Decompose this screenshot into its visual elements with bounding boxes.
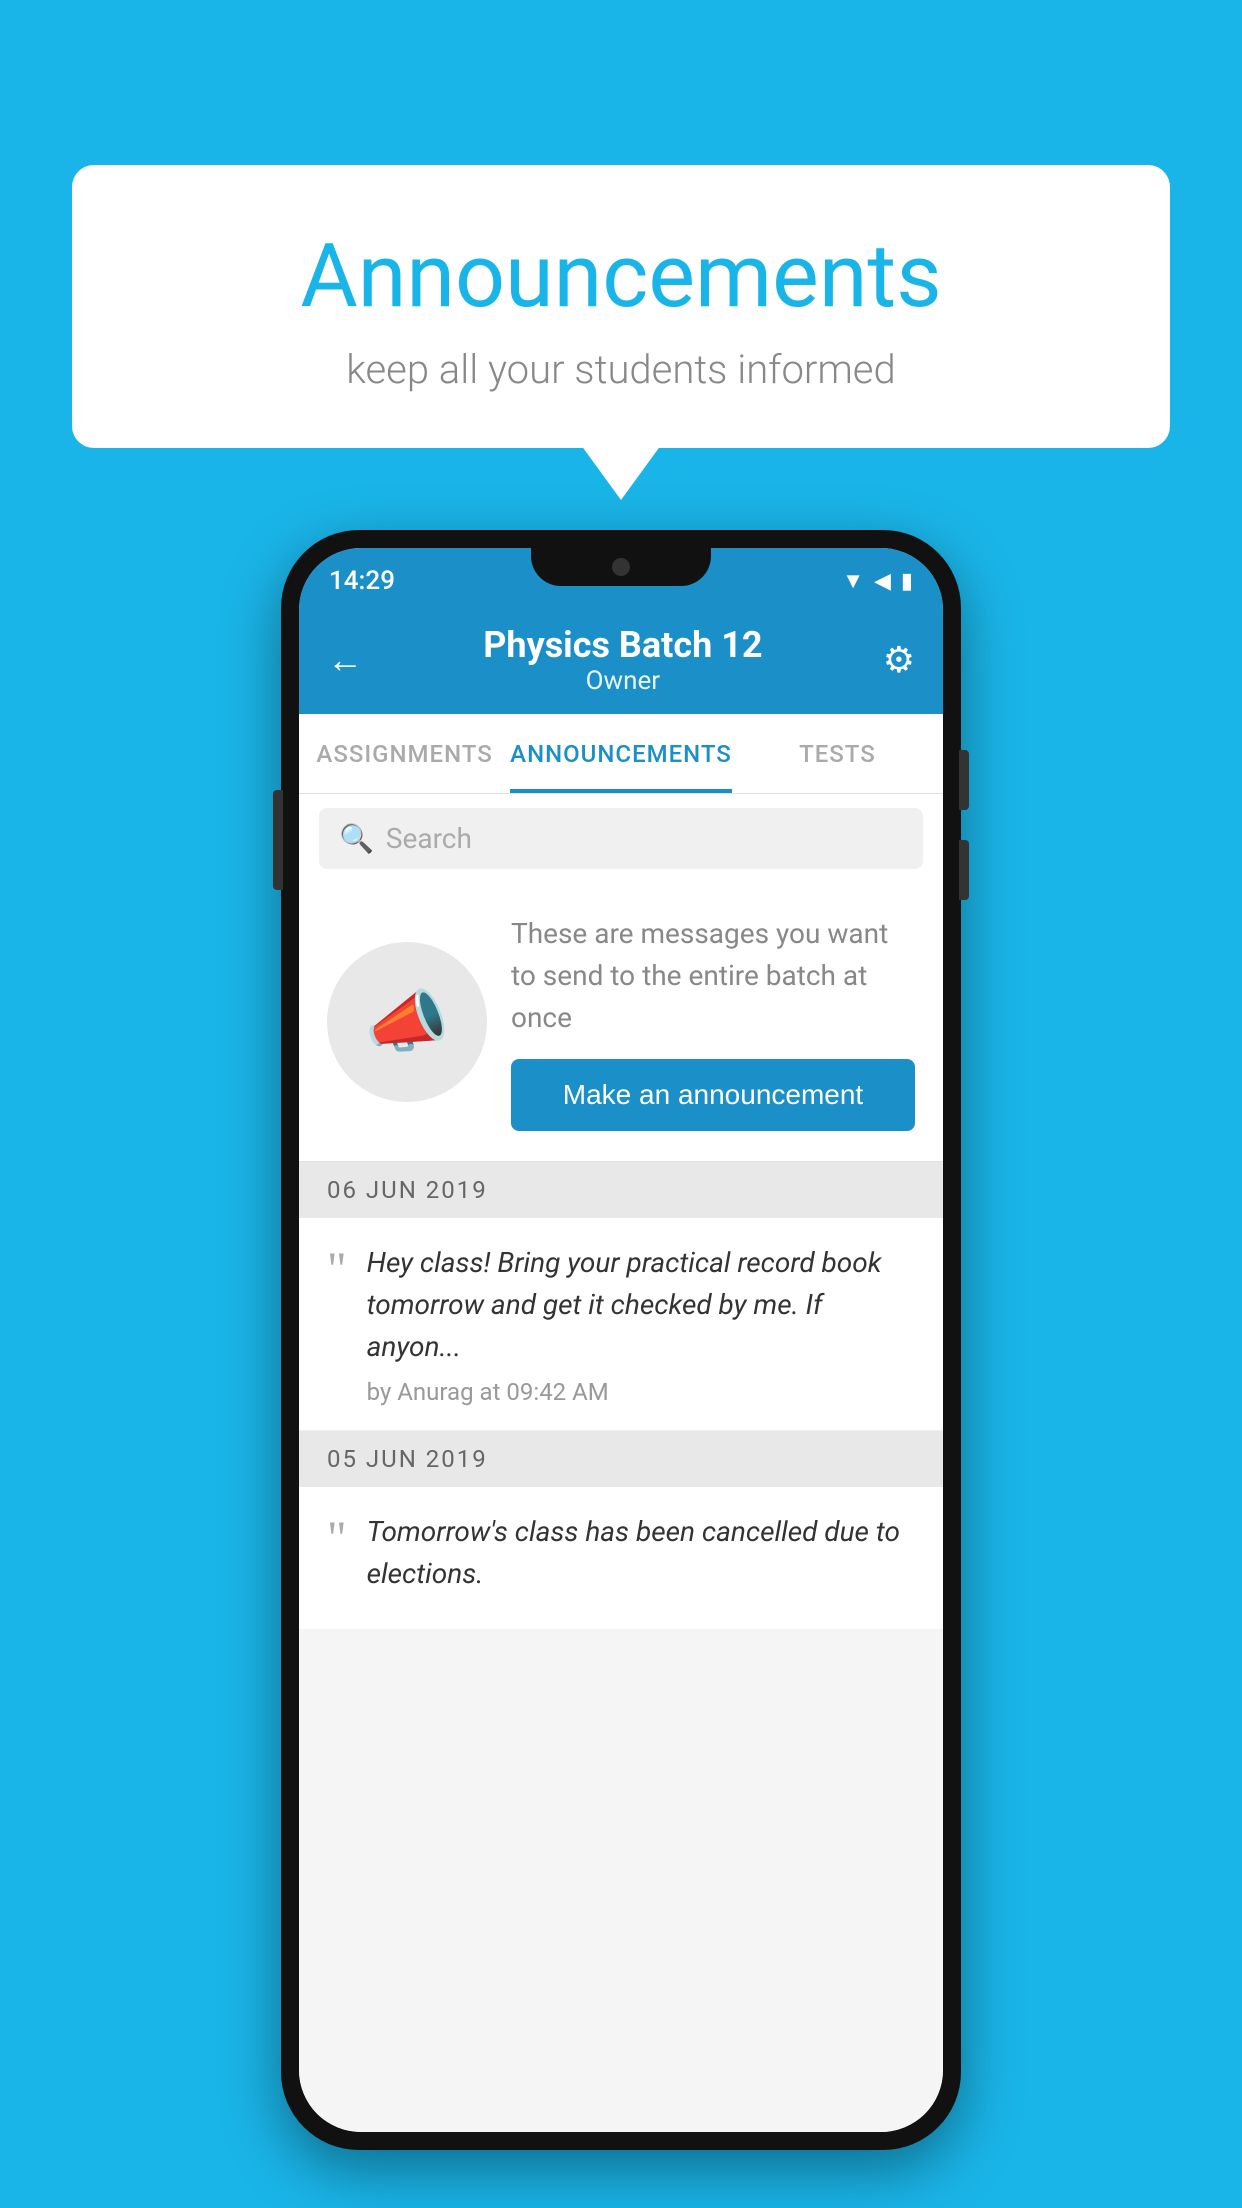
tab-announcements[interactable]: ANNOUNCEMENTS bbox=[510, 714, 732, 793]
batch-title: Physics Batch 12 bbox=[363, 624, 883, 666]
app-subtitle: keep all your students informed bbox=[122, 346, 1120, 393]
phone-screen: 14:29 ▼ ◀ ▮ ← Physics Batch 12 Owner ⚙ bbox=[299, 548, 943, 2132]
announcement-item-1[interactable]: " Hey class! Bring your practical record… bbox=[299, 1218, 943, 1431]
quote-icon-1: " bbox=[327, 1246, 347, 1294]
search-icon: 🔍 bbox=[339, 822, 374, 855]
battery-icon: ▮ bbox=[901, 569, 913, 594]
search-bar[interactable]: 🔍 Search bbox=[319, 808, 923, 869]
wifi-icon: ▼ bbox=[842, 568, 864, 594]
phone-mockup: 14:29 ▼ ◀ ▮ ← Physics Batch 12 Owner ⚙ bbox=[281, 530, 961, 2150]
announcement-content-2: Tomorrow's class has been cancelled due … bbox=[367, 1511, 915, 1605]
intro-card: 📣 These are messages you want to send to… bbox=[299, 883, 943, 1162]
announcement-item-2[interactable]: " Tomorrow's class has been cancelled du… bbox=[299, 1487, 943, 1629]
megaphone-circle: 📣 bbox=[327, 942, 487, 1102]
megaphone-icon: 📣 bbox=[365, 982, 450, 1062]
settings-icon[interactable]: ⚙ bbox=[883, 639, 915, 681]
date-divider-1: 06 JUN 2019 bbox=[299, 1162, 943, 1218]
app-title: Announcements bbox=[122, 225, 1120, 328]
batch-role: Owner bbox=[363, 666, 883, 696]
date-divider-2: 05 JUN 2019 bbox=[299, 1431, 943, 1487]
speech-bubble-container: Announcements keep all your students inf… bbox=[72, 165, 1170, 448]
content-area: 🔍 Search 📣 These are messages you want t… bbox=[299, 794, 943, 2132]
tab-bar: ASSIGNMENTS ANNOUNCEMENTS TESTS bbox=[299, 714, 943, 794]
volume-button-right bbox=[959, 840, 969, 900]
intro-description: These are messages you want to send to t… bbox=[511, 913, 915, 1039]
speech-bubble: Announcements keep all your students inf… bbox=[72, 165, 1170, 448]
status-icons: ▼ ◀ ▮ bbox=[842, 568, 913, 594]
volume-button-left bbox=[273, 790, 283, 890]
announcement-content-1: Hey class! Bring your practical record b… bbox=[367, 1242, 915, 1406]
announcement-text-2: Tomorrow's class has been cancelled due … bbox=[367, 1511, 915, 1595]
search-bar-container: 🔍 Search bbox=[299, 794, 943, 883]
make-announcement-button[interactable]: Make an announcement bbox=[511, 1059, 915, 1131]
search-placeholder: Search bbox=[386, 822, 472, 855]
app-header: ← Physics Batch 12 Owner ⚙ bbox=[299, 606, 943, 714]
announcement-meta-1: by Anurag at 09:42 AM bbox=[367, 1378, 915, 1406]
phone-notch bbox=[531, 548, 711, 586]
header-center: Physics Batch 12 Owner bbox=[363, 624, 883, 696]
intro-right: These are messages you want to send to t… bbox=[511, 913, 915, 1131]
power-button bbox=[959, 750, 969, 810]
announcement-text-1: Hey class! Bring your practical record b… bbox=[367, 1242, 915, 1368]
front-camera bbox=[612, 558, 630, 576]
tab-assignments[interactable]: ASSIGNMENTS bbox=[299, 714, 510, 793]
signal-icon: ◀ bbox=[874, 569, 891, 594]
back-button[interactable]: ← bbox=[327, 639, 363, 681]
phone-outer: 14:29 ▼ ◀ ▮ ← Physics Batch 12 Owner ⚙ bbox=[281, 530, 961, 2150]
quote-icon-2: " bbox=[327, 1515, 347, 1563]
status-time: 14:29 bbox=[329, 566, 395, 596]
tab-tests[interactable]: TESTS bbox=[732, 714, 943, 793]
